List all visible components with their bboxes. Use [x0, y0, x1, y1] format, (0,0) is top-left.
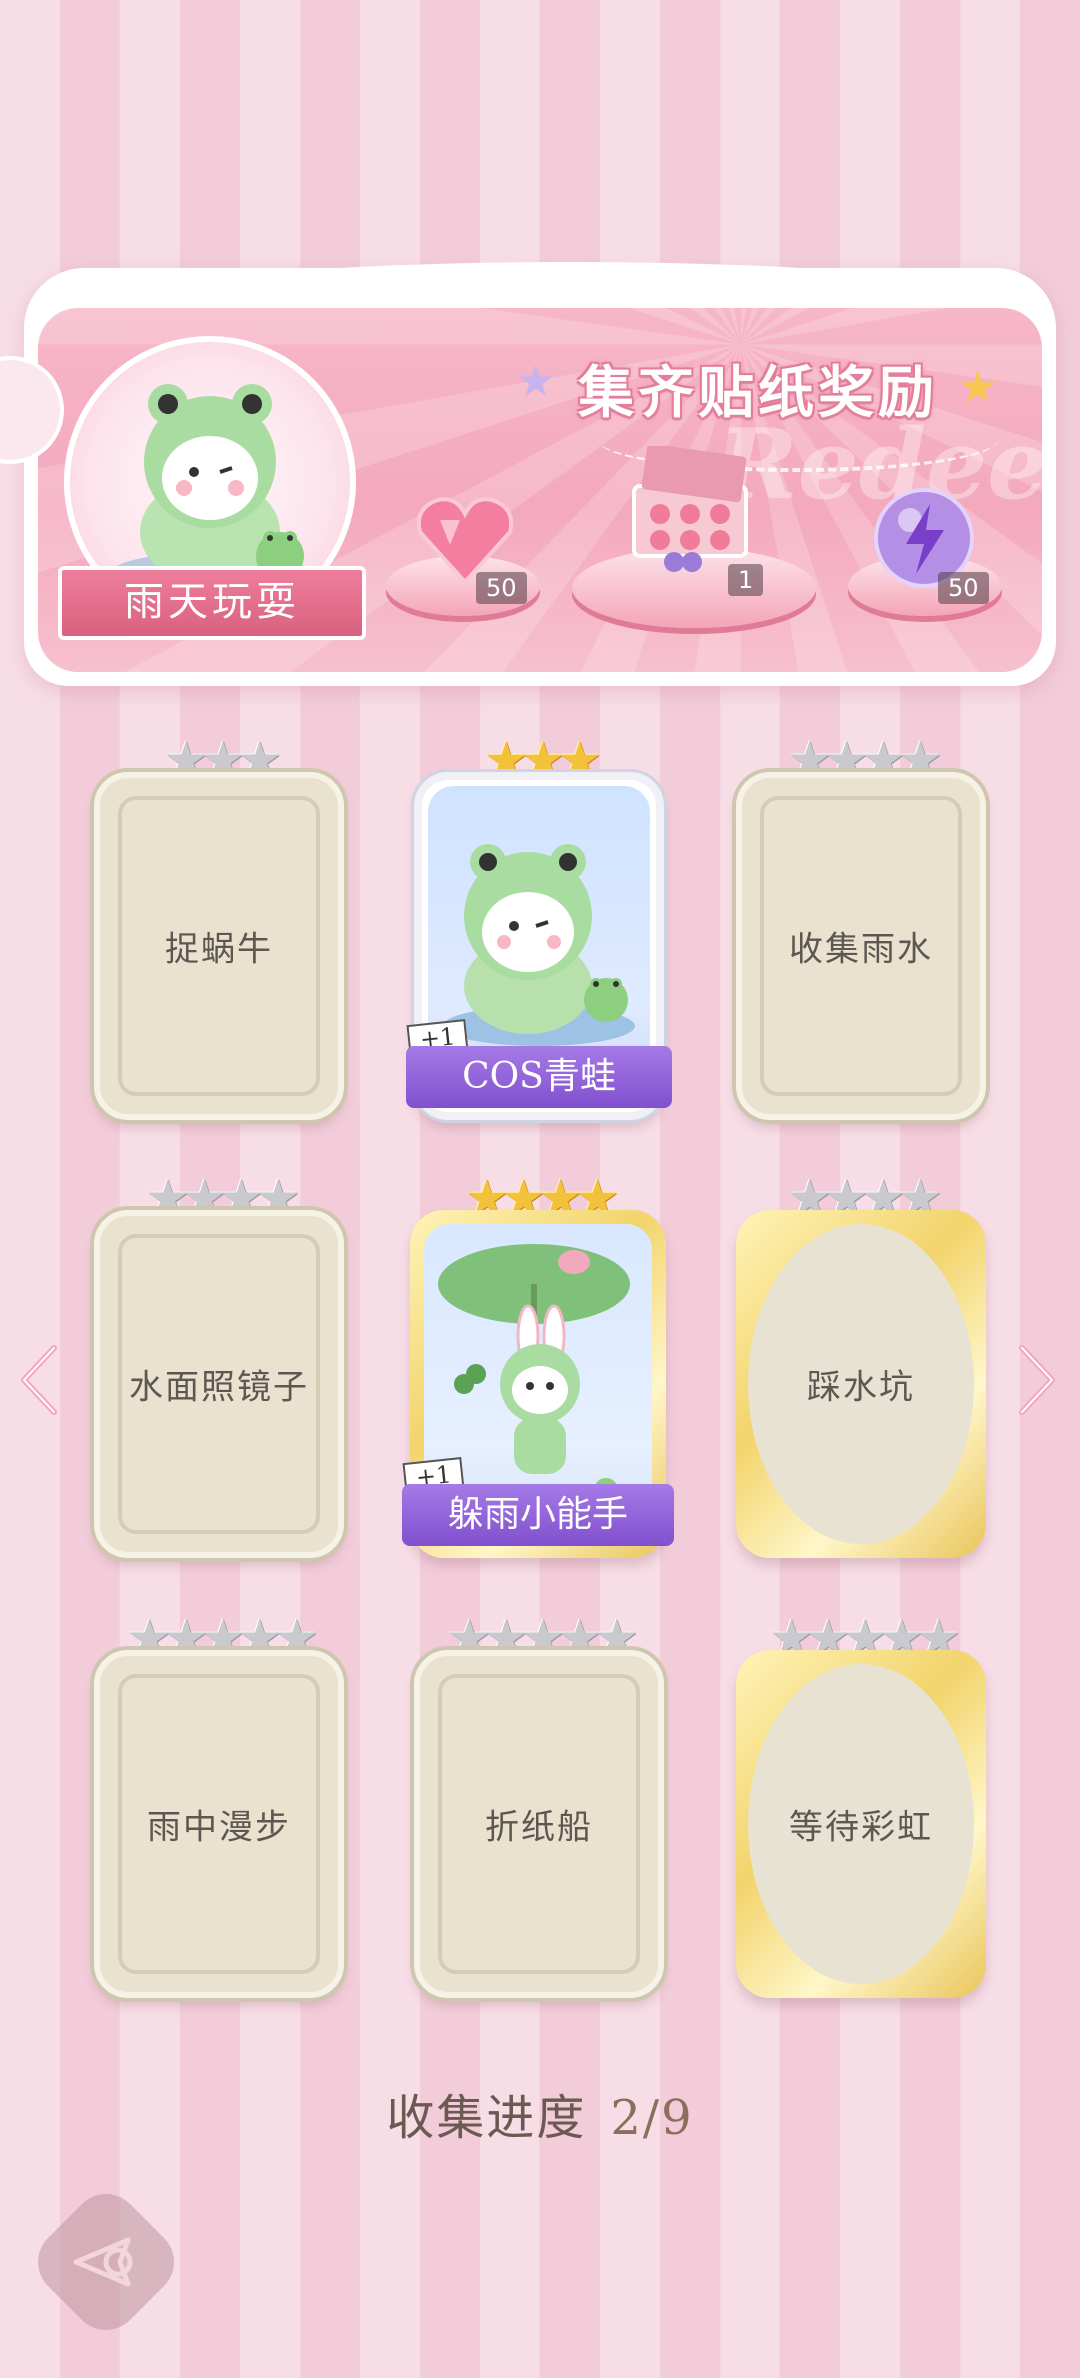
sticker-card[interactable]: ★★★★ 踩水坑	[736, 1170, 986, 1558]
reward-count: 50	[938, 572, 989, 604]
sticker-label: 折纸船	[485, 1807, 593, 1848]
chevron-left-icon	[21, 1345, 57, 1415]
star-decoration-icon: ★	[958, 362, 998, 413]
next-page-button[interactable]	[1014, 1340, 1062, 1420]
prev-page-button[interactable]	[14, 1340, 62, 1420]
sticker-label: 收集雨水	[789, 929, 933, 970]
sticker-label: 水面照镜子	[129, 1367, 309, 1408]
sticker-card[interactable]: ★★★★ 收集雨水	[736, 732, 986, 1120]
star-decoration-icon: ★	[516, 356, 556, 407]
gift-box-icon	[632, 443, 748, 572]
reward-count: 1	[728, 564, 764, 596]
sticker-name-banner: COS青蛙	[406, 1046, 672, 1108]
progress-value: 2/9	[610, 2090, 694, 2146]
back-button[interactable]	[23, 2179, 189, 2345]
sticker-card[interactable]: ★★★★ +1 躲雨小能手	[402, 1170, 674, 1558]
sticker-card[interactable]: ★★★★★ 等待彩虹	[736, 1610, 986, 1998]
sticker-card[interactable]: ★★★★ 水面照镜子	[94, 1170, 344, 1558]
reward-count: 50	[476, 572, 527, 604]
collection-progress: 收集进度 2/9	[0, 2078, 1080, 2148]
sticker-card[interactable]: ★★★ +1 COS青蛙	[406, 732, 672, 1120]
sticker-label: 捉蜗牛	[165, 929, 273, 970]
banner-title: 集齐贴纸奖励	[578, 361, 938, 426]
sticker-label: 雨中漫步	[147, 1807, 291, 1848]
reward-item[interactable]	[620, 443, 760, 576]
theme-name-ribbon: 雨天玩耍	[58, 566, 366, 640]
sticker-label: 踩水坑	[807, 1367, 915, 1408]
sticker-label: 等待彩虹	[789, 1807, 933, 1848]
sticker-card[interactable]: ★★★★★ 折纸船	[414, 1610, 664, 1998]
sticker-name-banner: 躲雨小能手	[402, 1484, 674, 1546]
back-arrow-icon	[73, 2237, 133, 2287]
progress-label: 收集进度	[386, 2090, 587, 2146]
sticker-card[interactable]: ★★★★★ 雨中漫步	[94, 1610, 344, 1998]
chevron-right-icon	[1019, 1345, 1055, 1415]
sticker-card[interactable]: ★★★ 捉蜗牛	[94, 732, 344, 1120]
